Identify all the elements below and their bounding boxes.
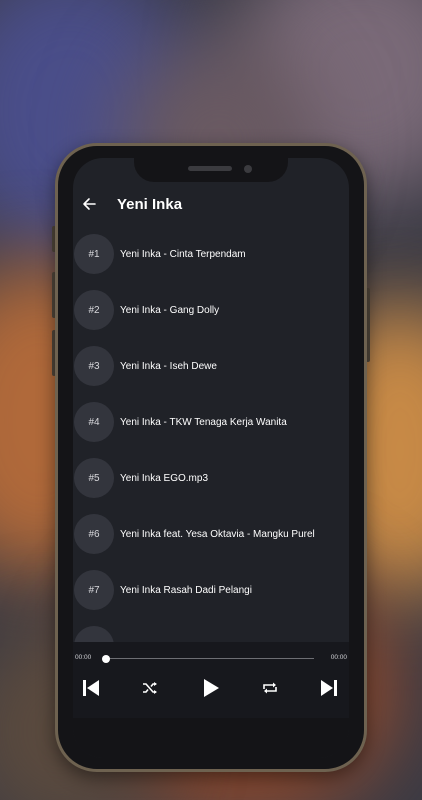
play-icon <box>204 679 219 697</box>
play-button[interactable] <box>193 672 229 704</box>
system-nav-area <box>73 718 349 758</box>
track-title: Yeni Inka - Iseh Dewe <box>120 360 217 372</box>
track-item[interactable] <box>73 624 349 642</box>
repeat-button[interactable] <box>252 672 288 704</box>
shuffle-button[interactable] <box>132 672 168 704</box>
seek-bar[interactable] <box>106 658 314 659</box>
track-number-badge: #4 <box>74 402 114 442</box>
track-item[interactable]: #7 Yeni Inka Rasah Dadi Pelangi <box>73 568 349 612</box>
track-item[interactable]: #2 Yeni Inka - Gang Dolly <box>73 288 349 332</box>
track-number-badge: #5 <box>74 458 114 498</box>
previous-button[interactable] <box>73 672 109 704</box>
track-title: Yeni Inka - Gang Dolly <box>120 304 220 316</box>
arrow-left-icon <box>83 198 96 210</box>
track-item[interactable]: #1 Yeni Inka - Cinta Terpendam <box>73 232 349 276</box>
back-button[interactable] <box>75 188 103 220</box>
shuffle-icon <box>143 682 157 694</box>
track-number-badge: #2 <box>74 290 114 330</box>
next-button[interactable] <box>311 672 347 704</box>
track-number-badge: #6 <box>74 514 114 554</box>
seek-thumb[interactable] <box>102 654 110 663</box>
track-title: Yeni Inka feat. Yesa Oktavia - Mangku Pu… <box>120 528 315 540</box>
track-item[interactable]: #4 Yeni Inka - TKW Tenaga Kerja Wanita <box>73 400 349 444</box>
app-screen: Yeni Inka #1 Yeni Inka - Cinta Terpendam… <box>73 158 349 758</box>
track-item[interactable]: #6 Yeni Inka feat. Yesa Oktavia - Mangku… <box>73 512 349 556</box>
page-title: Yeni Inka <box>117 196 183 213</box>
skip-previous-icon <box>83 680 99 696</box>
player-bar: 00:00 00:00 <box>73 642 349 718</box>
skip-next-icon <box>321 680 337 696</box>
track-title: Yeni Inka - TKW Tenaga Kerja Wanita <box>120 416 287 428</box>
total-time: 00:00 <box>330 654 347 661</box>
track-number-badge: #3 <box>74 346 114 386</box>
phone-speaker <box>188 166 232 171</box>
app-header: Yeni Inka <box>73 188 349 220</box>
track-number-badge: #1 <box>74 234 114 274</box>
track-number-badge: #7 <box>74 570 114 610</box>
track-title: Yeni Inka Rasah Dadi Pelangi <box>120 584 252 596</box>
track-title: Yeni Inka - Cinta Terpendam <box>120 248 246 260</box>
repeat-icon <box>263 682 277 694</box>
front-camera <box>244 165 252 173</box>
track-item[interactable]: #5 Yeni Inka EGO.mp3 <box>73 456 349 500</box>
track-list: #1 Yeni Inka - Cinta Terpendam #2 Yeni I… <box>73 232 349 642</box>
track-number-badge <box>74 626 114 642</box>
track-title: Yeni Inka EGO.mp3 <box>120 472 209 484</box>
current-time: 00:00 <box>75 654 92 661</box>
track-item[interactable]: #3 Yeni Inka - Iseh Dewe <box>73 344 349 388</box>
